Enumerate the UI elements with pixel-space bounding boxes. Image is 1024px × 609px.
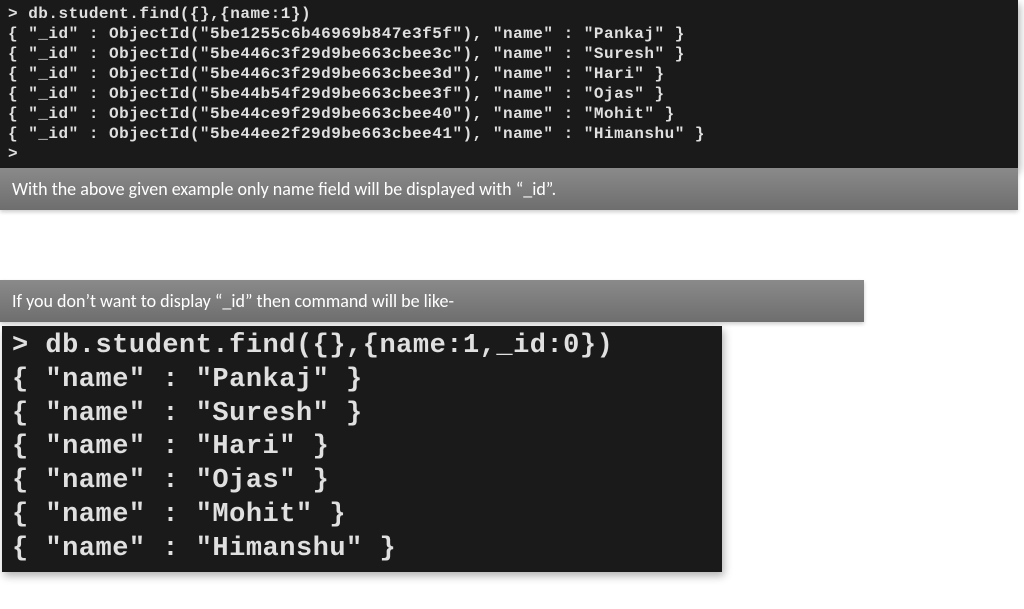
terminal-command-2: > db.student.find({},{name:1,_id:0}) — [12, 331, 613, 361]
terminal-row: { "_id" : ObjectId("5be44ee2f29d9be663cb… — [8, 125, 705, 143]
terminal-output-2: > db.student.find({},{name:1,_id:0}) { "… — [2, 326, 722, 572]
terminal-row: { "_id" : ObjectId("5be1255c6b46969b847e… — [8, 25, 685, 43]
terminal-row: { "_id" : ObjectId("5be446c3f29d9be663cb… — [8, 65, 665, 83]
terminal-command-1: > db.student.find({},{name:1}) — [8, 5, 311, 23]
terminal-row: { "name" : "Mohit" } — [12, 500, 346, 530]
terminal-row: { "name" : "Hari" } — [12, 432, 329, 462]
terminal-row: { "name" : "Ojas" } — [12, 466, 329, 496]
terminal-row: { "_id" : ObjectId("5be44ce9f29d9be663cb… — [8, 105, 675, 123]
terminal-row: { "name" : "Himanshu" } — [12, 534, 396, 564]
terminal-row: { "name" : "Suresh" } — [12, 399, 363, 429]
caption-text-2: If you don’t want to display “_id” then … — [0, 280, 864, 322]
terminal-prompt: > — [8, 145, 18, 163]
terminal-output-1: > db.student.find({},{name:1}) { "_id" :… — [0, 0, 1018, 168]
terminal-row: { "_id" : ObjectId("5be446c3f29d9be663cb… — [8, 45, 685, 63]
terminal-row: { "_id" : ObjectId("5be44b54f29d9be663cb… — [8, 85, 665, 103]
caption-text-1: With the above given example only name f… — [0, 168, 1018, 210]
terminal-row: { "name" : "Pankaj" } — [12, 365, 363, 395]
